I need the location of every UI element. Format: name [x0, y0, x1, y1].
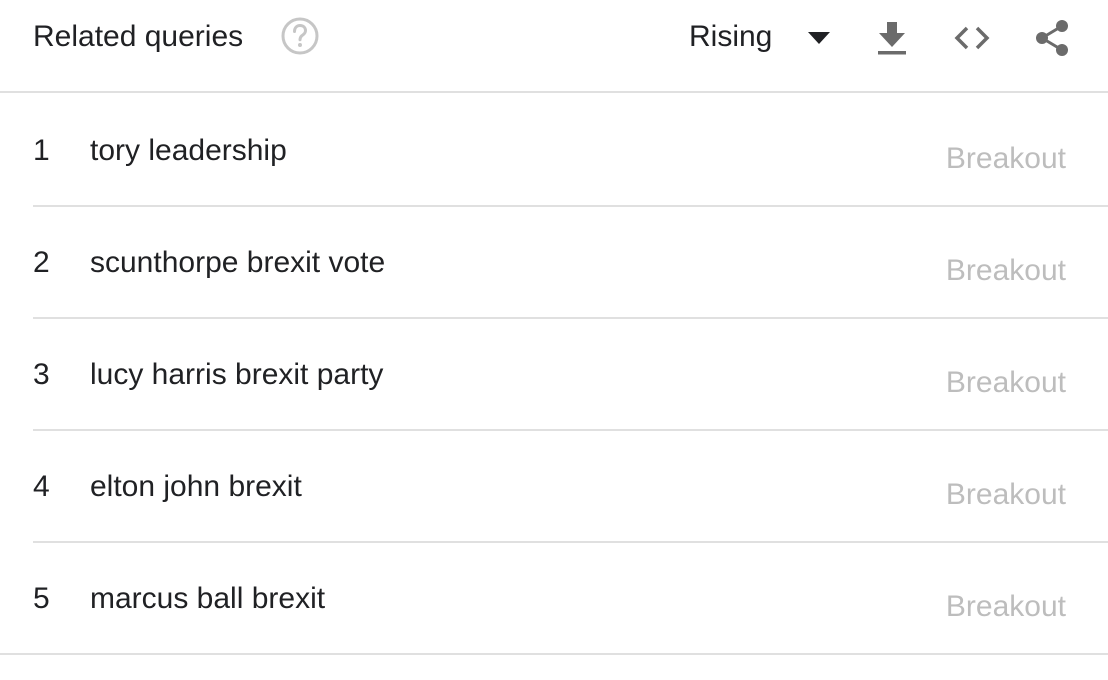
- download-icon[interactable]: [870, 16, 914, 60]
- query-text: lucy harris brexit party: [90, 358, 384, 391]
- code-icon[interactable]: [950, 16, 994, 60]
- query-value: Breakout: [945, 254, 1066, 287]
- query-value: Breakout: [945, 142, 1066, 175]
- related-queries-card: Related queries Rising 1 tory leadership…: [0, 0, 1108, 680]
- help-circle-icon[interactable]: [280, 16, 320, 56]
- list-item[interactable]: 1 tory leadership Breakout: [33, 95, 1108, 207]
- query-text: scunthorpe brexit vote: [90, 246, 386, 279]
- query-rank: 5: [33, 582, 50, 615]
- query-rank: 4: [33, 470, 50, 503]
- query-value: Breakout: [945, 478, 1066, 511]
- query-text: marcus ball brexit: [90, 582, 326, 615]
- list-item[interactable]: 5 marcus ball brexit Breakout: [0, 543, 1108, 655]
- query-rank: 2: [33, 246, 50, 279]
- query-rank: 1: [33, 134, 50, 167]
- query-value: Breakout: [945, 366, 1066, 399]
- query-text: elton john brexit: [90, 470, 302, 503]
- list-item[interactable]: 3 lucy harris brexit party Breakout: [33, 319, 1108, 431]
- query-value: Breakout: [945, 590, 1066, 623]
- query-text: tory leadership: [90, 134, 287, 167]
- card-title: Related queries: [33, 20, 244, 53]
- share-icon[interactable]: [1030, 16, 1074, 60]
- list-item[interactable]: 4 elton john brexit Breakout: [33, 431, 1108, 543]
- sort-select-value: Rising: [689, 20, 773, 53]
- list-item[interactable]: 2 scunthorpe brexit vote Breakout: [33, 207, 1108, 319]
- caret-down-icon: [808, 32, 830, 44]
- card-header: Related queries Rising: [0, 0, 1108, 93]
- query-rank: 3: [33, 358, 50, 391]
